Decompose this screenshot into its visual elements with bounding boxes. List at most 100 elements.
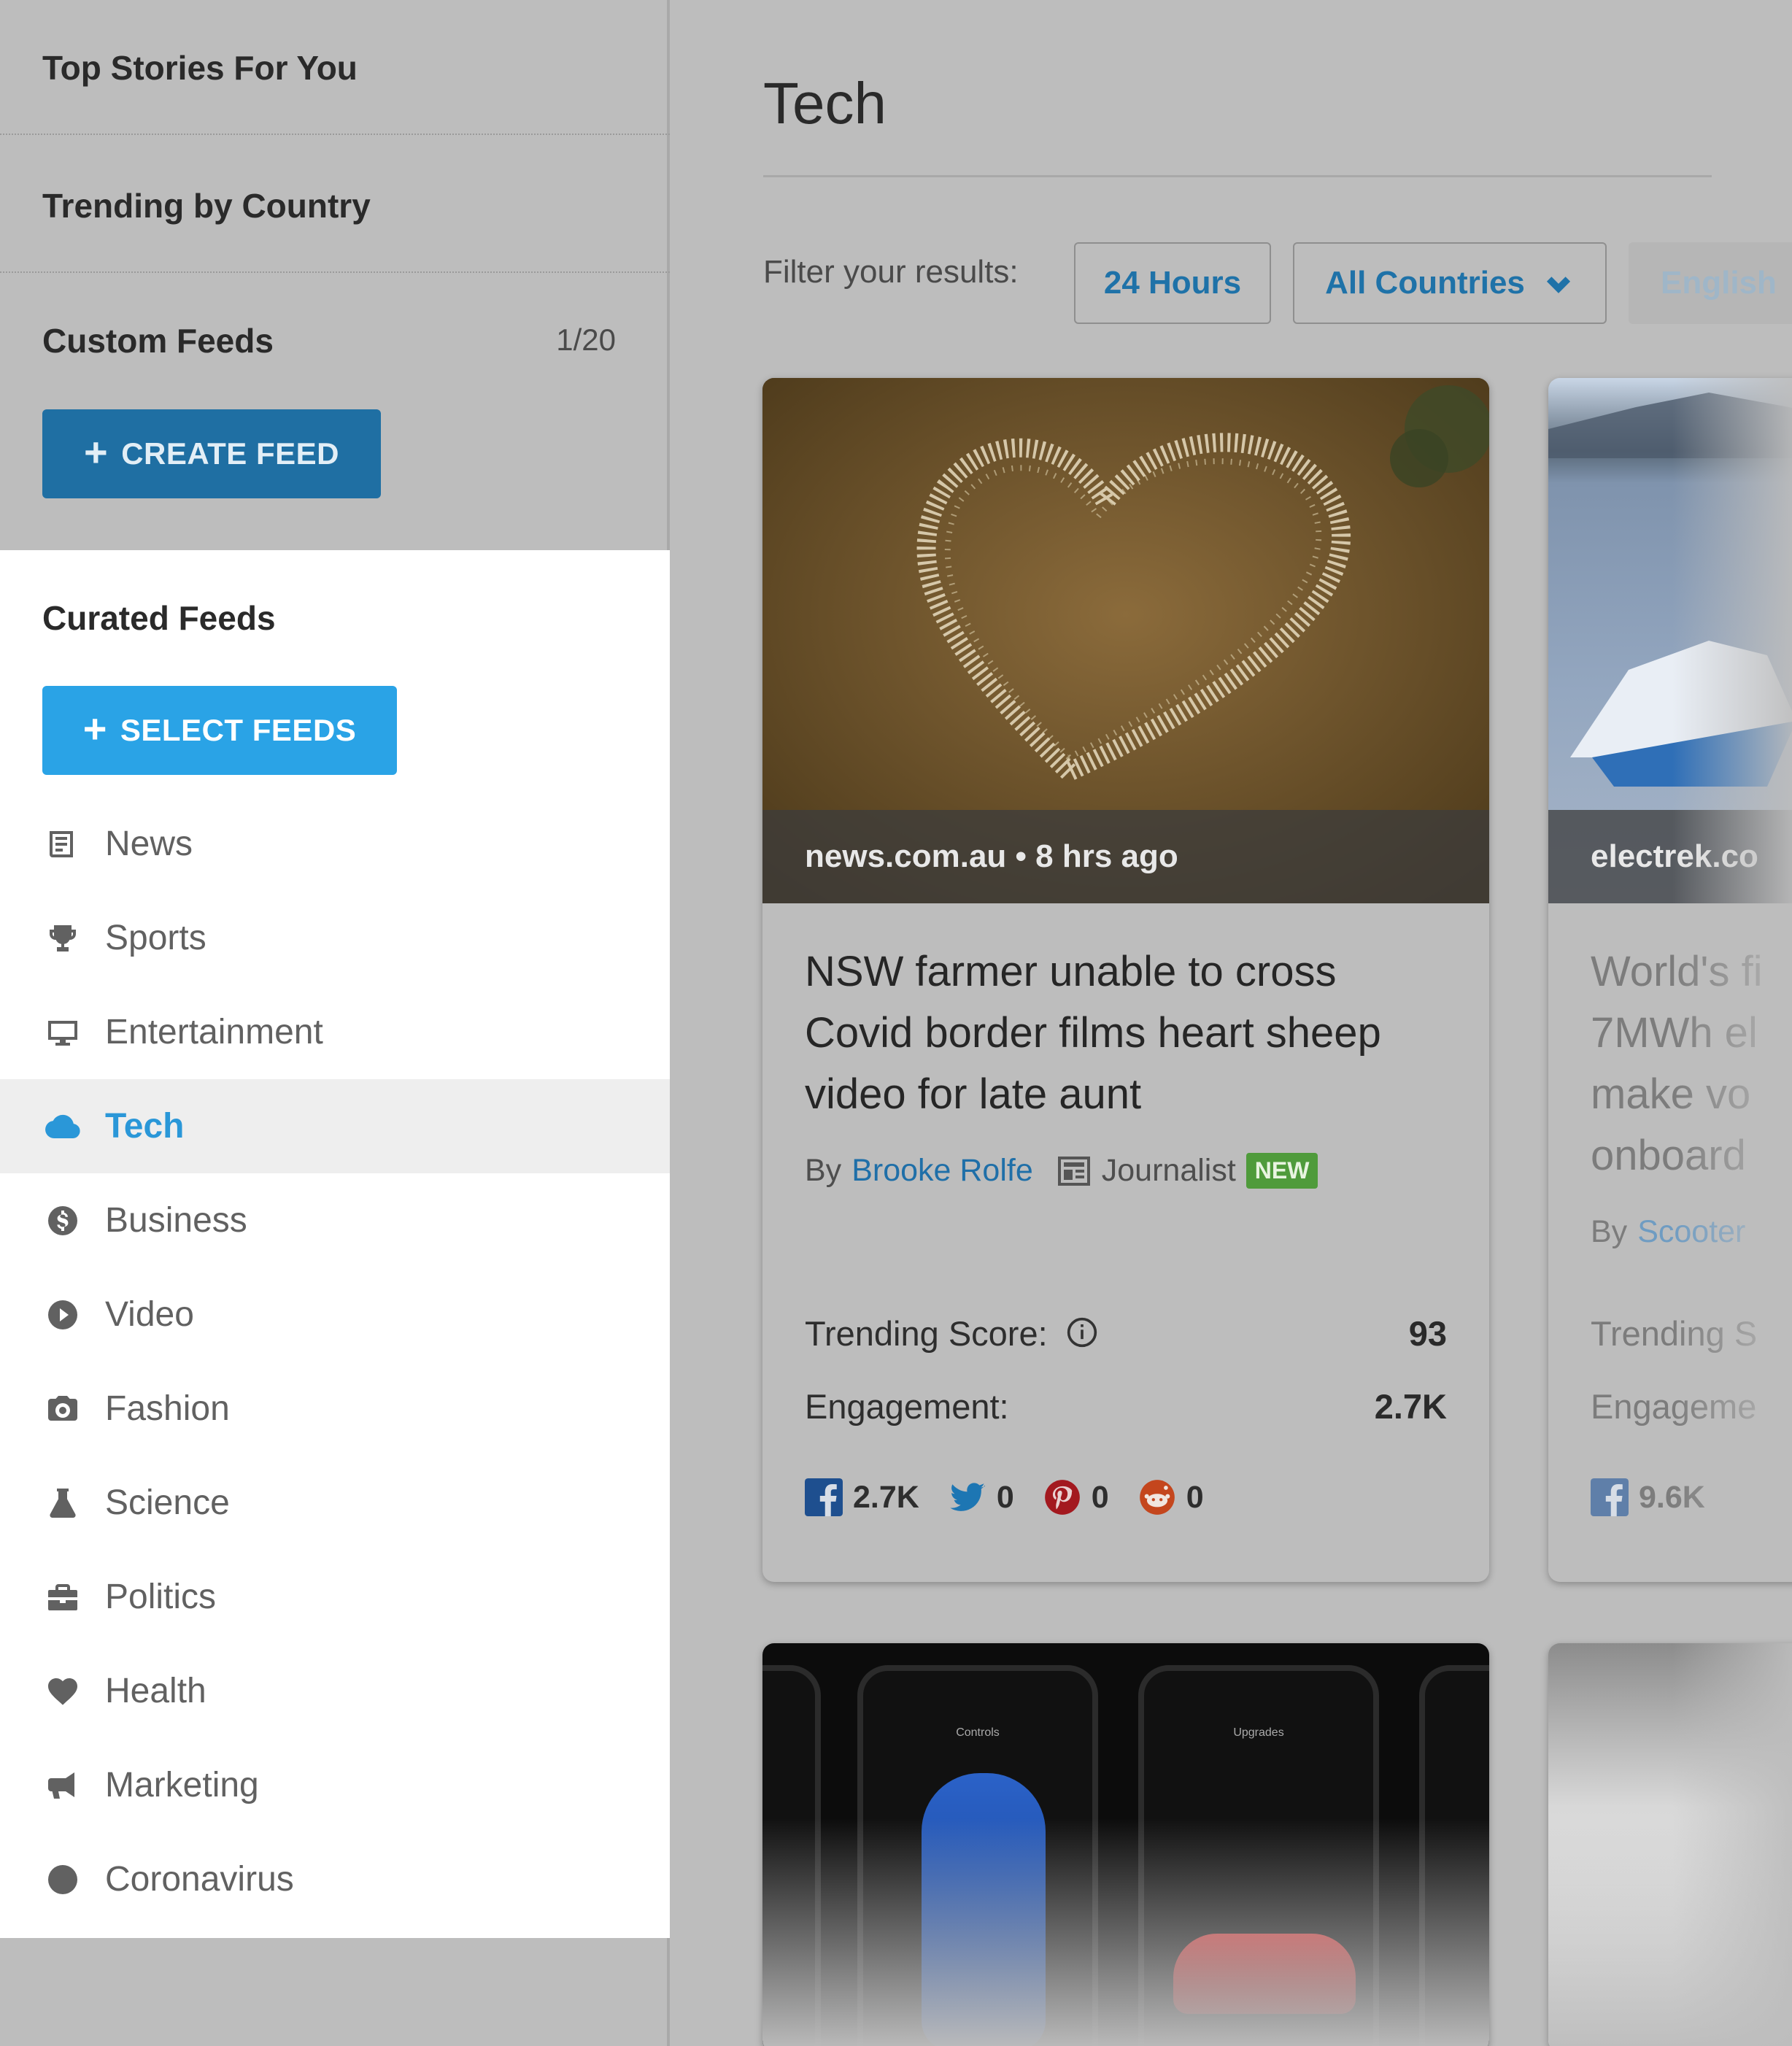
top-stories-link[interactable]: Top Stories For You [42,48,358,88]
time-filter-button[interactable]: 24 Hours [1074,242,1271,324]
custom-feeds-heading: Custom Feeds [42,322,274,360]
megaphone-icon [42,1765,83,1806]
sidebar-item-label: Sports [105,919,206,957]
story-source: news.com.au • 8 hrs ago [762,810,1489,903]
heart-icon [42,1671,83,1712]
sidebar-item-tech[interactable]: Tech [0,1079,670,1173]
reddit-icon [1139,1480,1175,1515]
twitter-stat: 0 [949,1478,1014,1516]
sidebar-item-label: Entertainment [105,1013,323,1051]
phone-screen-title: Controls [956,1726,1000,1739]
story-card[interactable]: news.com.au • 8 hrs ago NSW farmer unabl… [762,378,1489,1582]
social-stats: 2.7K 0 0 0 [805,1478,1204,1516]
plus-icon: + [84,429,109,475]
story-card[interactable]: Controls Upgrades [762,1643,1489,2046]
country-filter-label: All Countries [1325,265,1525,301]
story-image[interactable]: news.com.au • 8 hrs ago [762,378,1489,903]
sidebar: Top Stories For You Trending by Country … [0,0,670,2046]
title-divider [763,175,1712,177]
custom-feeds-count: 1/20 [556,323,616,357]
newspaper-icon [42,824,83,865]
sidebar-item-sports[interactable]: Sports [0,891,670,985]
trending-by-country-link[interactable]: Trending by Country [42,186,371,225]
top-stories-section[interactable]: Top Stories For You [0,0,670,135]
select-feeds-label: SELECT FEEDS [120,713,357,747]
language-filter-label: English [1661,265,1777,301]
curated-feeds-heading: Curated Feeds [42,599,276,637]
trending-score-row: Trending Score: 93 [805,1313,1447,1354]
trending-score-label-wrap: Trending Score: [805,1313,1098,1354]
sidebar-item-label: News [105,825,193,863]
byline-prefix: By [1591,1214,1628,1249]
overflow-fade [1548,1818,1792,2046]
page-title: Tech [763,71,887,136]
sidebar-item-business[interactable]: Business [0,1173,670,1267]
sidebar-item-label: Coronavirus [105,1860,294,1899]
info-icon[interactable] [1066,1316,1098,1348]
create-feed-button[interactable]: + CREATE FEED [42,409,381,498]
time-filter-label: 24 Hours [1103,265,1242,301]
curated-feeds-panel: Curated Feeds + SELECT FEEDS News Sports… [0,550,670,1938]
sidebar-item-label: Fashion [105,1389,230,1428]
pinterest-count: 0 [1091,1479,1109,1515]
language-filter-dropdown[interactable]: English [1629,242,1792,324]
sidebar-item-fashion[interactable]: Fashion [0,1362,670,1456]
briefcase-icon [42,1577,83,1618]
sidebar-item-marketing[interactable]: Marketing [0,1738,670,1832]
custom-feeds-section: Custom Feeds 1/20 + CREATE FEED [0,273,670,550]
plus-icon: + [82,706,107,752]
country-filter-dropdown[interactable]: All Countries [1293,242,1607,324]
pinterest-stat: 0 [1043,1478,1109,1516]
author-role: Journalist [1101,1153,1236,1188]
trending-score-value: 93 [1408,1314,1447,1353]
story-headline[interactable]: NSW farmer unable to cross Covid border … [805,941,1447,1125]
sidebar-item-label: Video [105,1295,194,1334]
pinterest-icon [1044,1480,1080,1515]
story-byline: By Brooke Rolfe Journalist NEW [805,1153,1447,1189]
sidebar-item-label: Health [105,1672,206,1710]
journalist-card-icon [1057,1156,1090,1186]
sidebar-item-label: Politics [105,1578,217,1616]
sidebar-item-label: Tech [105,1107,185,1146]
flask-icon [42,1483,83,1524]
byline-prefix: By [805,1153,842,1188]
story-card[interactable] [1548,1643,1792,2046]
cloud-icon [42,1106,83,1147]
circle-icon [42,1859,83,1900]
engagement-row: Engagement: 2.7K [805,1386,1447,1427]
trophy-icon [42,918,83,959]
new-badge: NEW [1245,1153,1318,1189]
facebook-count: 2.7K [853,1479,919,1515]
chevron-down-icon [1546,277,1570,293]
create-feed-label: CREATE FEED [121,436,339,471]
sidebar-item-politics[interactable]: Politics [0,1550,670,1644]
dollar-coin-icon [42,1200,83,1241]
story-body: NSW farmer unable to cross Covid border … [805,941,1447,1189]
sidebar-item-news[interactable]: News [0,797,670,891]
trending-score-label: Trending Score: [805,1314,1048,1353]
facebook-icon [1591,1478,1629,1516]
play-circle-icon [42,1294,83,1335]
sidebar-item-entertainment[interactable]: Entertainment [0,985,670,1079]
engagement-value: 2.7K [1374,1387,1447,1426]
sidebar-item-health[interactable]: Health [0,1644,670,1738]
story-card[interactable]: electrek.co World's fi 7MWh el make vo o… [1548,378,1792,1582]
sidebar-item-video[interactable]: Video [0,1267,670,1362]
author-link[interactable]: Brooke Rolfe [851,1153,1033,1189]
sidebar-item-coronavirus[interactable]: Coronavirus [0,1832,670,1926]
filter-label: Filter your results: [763,254,1019,290]
trending-by-country-section[interactable]: Trending by Country [0,135,670,273]
twitter-count: 0 [996,1479,1014,1515]
category-list: News Sports Entertainment Tech Business … [0,797,670,1926]
sidebar-item-science[interactable]: Science [0,1456,670,1550]
twitter-icon [950,1483,985,1511]
select-feeds-button[interactable]: + SELECT FEEDS [42,686,397,775]
phone-screen-title: Upgrades [1233,1726,1284,1739]
engagement-label: Engagement: [805,1387,1009,1426]
reddit-stat: 0 [1138,1478,1204,1516]
facebook-icon [805,1478,843,1516]
facebook-stat: 2.7K [805,1478,919,1516]
camera-icon [42,1389,83,1429]
overflow-fade [762,1818,1489,2046]
main-content: Tech Filter your results: 24 Hours All C… [673,0,1792,2046]
